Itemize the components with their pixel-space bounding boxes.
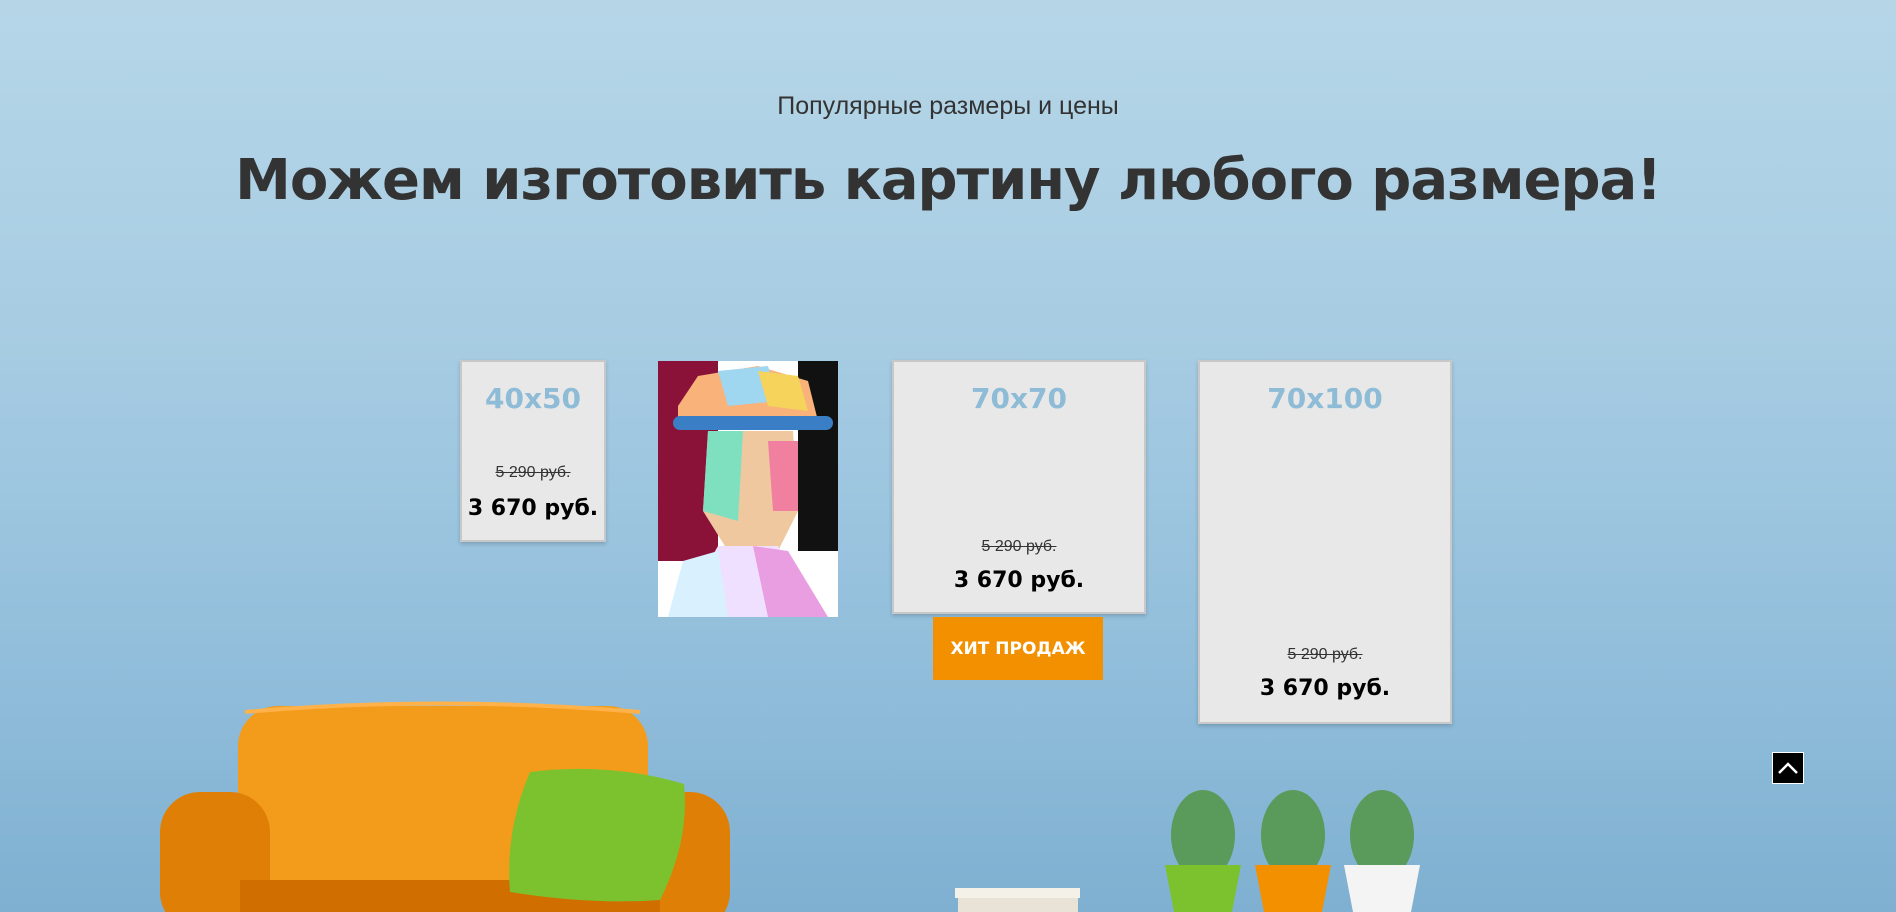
card-old-price: 5 290 руб.	[1287, 646, 1363, 663]
chevron-up-icon	[1778, 762, 1798, 774]
card-price: 3 670 руб.	[953, 568, 1085, 593]
scroll-to-top-button[interactable]	[1772, 752, 1804, 784]
green-pillow	[509, 768, 685, 902]
card-old-price: 5 290 руб.	[495, 464, 571, 481]
card-price: 3 670 руб.	[467, 496, 599, 521]
card-size-label: 70x100	[1267, 382, 1383, 415]
card-price: 3 670 руб.	[1259, 676, 1391, 701]
size-card-40x50[interactable]: 40x50 5 290 руб. 3 670 руб.	[460, 360, 606, 542]
card-old-price: 5 290 руб.	[981, 538, 1057, 555]
card-size-label: 40x50	[485, 382, 581, 415]
book-stack	[955, 888, 1080, 912]
section-subtitle: Популярные размеры и цены	[777, 92, 1119, 120]
size-card-70x100[interactable]: 70x100 5 290 руб. 3 670 руб.	[1198, 360, 1452, 724]
size-card-70x70[interactable]: 70x70 5 290 руб. 3 670 руб.	[892, 360, 1146, 614]
pop-art-portrait-image	[658, 361, 838, 617]
card-size-label: 70x70	[971, 382, 1067, 415]
cactus-pots	[1165, 790, 1420, 912]
bestseller-badge: ХИТ ПРОДАЖ	[933, 617, 1103, 680]
section-title: Можем изготовить картину любого размера!	[235, 148, 1662, 213]
